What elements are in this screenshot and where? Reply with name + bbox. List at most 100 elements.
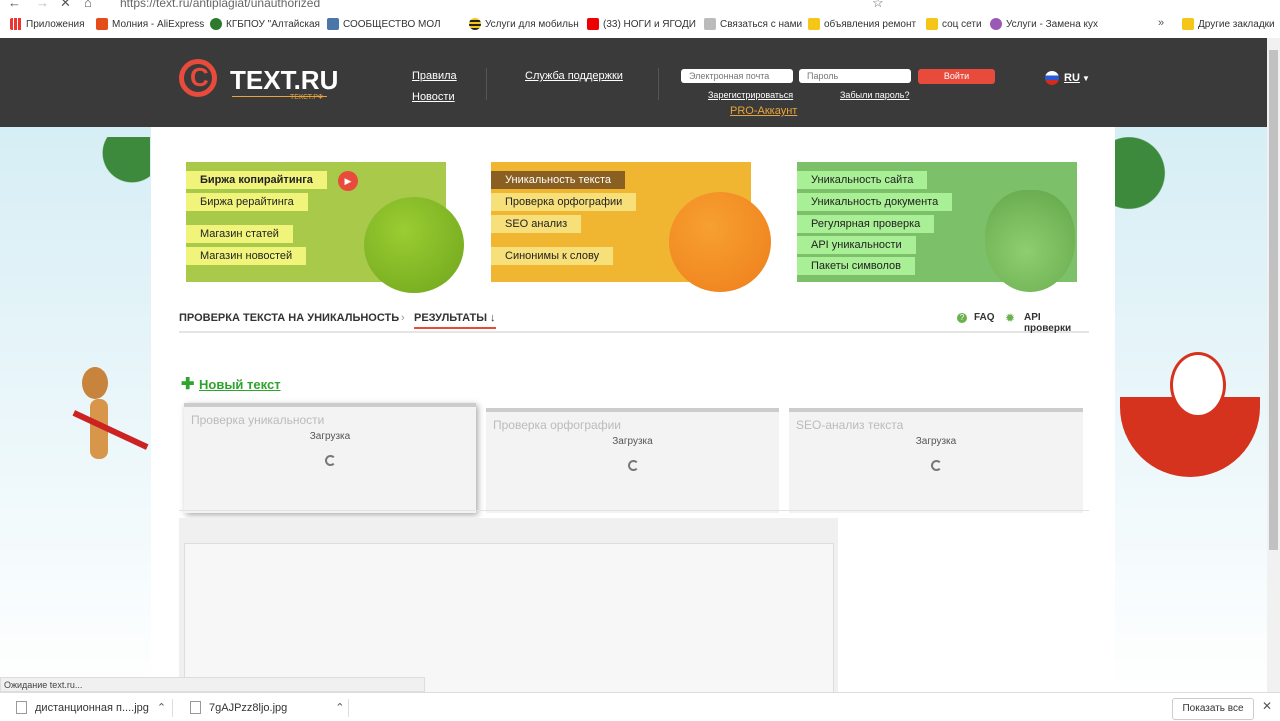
bookmark-item[interactable]: Услуги - Замена кух	[990, 18, 1098, 30]
pro-account-link[interactable]: PRO-Аккаунт	[730, 105, 797, 117]
bookmark-item[interactable]: Молния - AliExpress	[96, 18, 204, 30]
chevron-up-icon[interactable]: ⌃	[335, 701, 344, 714]
chevron-up-icon[interactable]: ⌃	[157, 701, 166, 714]
bookmark-item[interactable]: Услуги для мобильн	[469, 18, 579, 30]
bookmark-item[interactable]: (33) НОГИ и ЯГОДИ	[587, 18, 696, 30]
tag-spell-check[interactable]: Проверка орфографии	[491, 193, 637, 211]
loading-label: Загрузка	[612, 436, 653, 447]
loading-label: Загрузка	[915, 436, 957, 447]
banner-uniqueness: Уникальность текста Проверка орфографии …	[491, 162, 771, 292]
bookmark-item[interactable]: КГБПОУ "Алтайская	[210, 18, 320, 30]
fir-branch-icon	[60, 137, 150, 217]
right-winter-decoration	[1115, 127, 1267, 692]
result-text-area[interactable]	[184, 543, 834, 693]
file-icon	[16, 701, 27, 714]
services-icon	[990, 18, 1002, 30]
more-bookmarks-icon[interactable]: »	[1158, 17, 1164, 29]
tag-document-uniqueness[interactable]: Уникальность документа	[797, 193, 953, 211]
login-button[interactable]: Войти	[918, 69, 995, 84]
gear-icon: ✹	[1005, 311, 1016, 325]
beeline-icon	[469, 18, 481, 30]
loading-label: Загрузка	[309, 431, 351, 442]
bookmark-item[interactable]: СООБЩЕСТВО МОЛ	[327, 18, 441, 30]
nav-support-link[interactable]: Служба поддержки	[525, 70, 623, 82]
banner-site-uniqueness: Уникальность сайта Уникальность документ…	[797, 162, 1077, 292]
bookmark-apps[interactable]: Приложения	[10, 18, 85, 30]
chevron-right-icon: ›	[401, 312, 405, 324]
deer-icon	[78, 347, 118, 467]
url-text[interactable]: https://text.ru/antiplagiat/unauthorized	[120, 0, 320, 10]
youtube-icon	[587, 18, 599, 30]
tag-copywriting-exchange[interactable]: Биржа копирайтинга	[186, 171, 327, 189]
logo-sub: ТЕКСТ.РФ	[290, 94, 324, 101]
tag-api-uniqueness[interactable]: API уникальности	[797, 236, 916, 254]
tab-uniqueness-check[interactable]: ПРОВЕРКА ТЕКСТА НА УНИКАЛЬНОСТЬ	[179, 312, 399, 324]
panel-title: Проверка уникальности	[191, 413, 325, 427]
aliexpress-icon	[96, 18, 108, 30]
tag-seo-analysis[interactable]: SEO анализ	[491, 215, 582, 233]
download-item[interactable]: 7gAJPzz8ljo.jpg ⌃	[190, 701, 345, 714]
api-link[interactable]: API проверки	[1024, 312, 1089, 334]
logo-copyright-icon[interactable]: C	[179, 59, 217, 97]
play-icon[interactable]: ▶	[338, 171, 358, 191]
tag-rewriting-exchange[interactable]: Биржа рерайтинга	[186, 193, 308, 211]
plus-icon[interactable]: ✚	[181, 374, 194, 394]
banner-copywriting: Биржа копирайтинга ▶ Биржа рерайтинга Ма…	[186, 162, 464, 293]
page-scrollbar[interactable]	[1267, 38, 1280, 692]
nav-rules-link[interactable]: Правила	[412, 70, 457, 82]
bookmark-item[interactable]: объявления ремонт	[808, 18, 916, 30]
spelling-result-panel[interactable]: Проверка орфографии Загрузка	[486, 408, 779, 513]
downloads-bar: дистанционная п....jpg ⌃ 7gAJPzz8ljo.jpg…	[0, 692, 1280, 721]
home-icon[interactable]: ⌂	[84, 0, 92, 10]
chevron-down-icon[interactable]: ▼	[1082, 74, 1090, 83]
star-icon[interactable]: ☆	[872, 0, 884, 11]
loading-spinner-icon	[325, 455, 336, 466]
divider	[348, 699, 349, 717]
panel-title: SEO-анализ текста	[796, 418, 904, 432]
fir-branch-icon	[1115, 137, 1185, 257]
pear-icon	[985, 190, 1075, 292]
tag-text-uniqueness[interactable]: Уникальность текста	[491, 171, 626, 189]
back-arrow-icon[interactable]: ←	[8, 0, 21, 10]
tag-regular-check[interactable]: Регулярная проверка	[797, 215, 935, 233]
faq-link[interactable]: FAQ	[974, 312, 995, 323]
stop-icon[interactable]: ✕	[60, 0, 71, 11]
register-link[interactable]: Зарегистрироваться	[708, 90, 793, 100]
forward-arrow-icon[interactable]: →	[36, 0, 49, 10]
seo-result-panel[interactable]: SEO-анализ текста Загрузка	[789, 408, 1083, 513]
bookmark-other[interactable]: Другие закладки	[1182, 18, 1275, 30]
address-bar[interactable]: ← → ✕ ⌂ https://text.ru/antiplagiat/unau…	[0, 0, 1280, 12]
close-icon[interactable]: ✕	[1262, 699, 1272, 713]
folder-icon	[926, 18, 938, 30]
divider	[486, 68, 487, 100]
show-all-downloads-button[interactable]: Показать все	[1172, 698, 1254, 720]
new-text-link[interactable]: Новый текст	[199, 377, 281, 392]
site-icon	[210, 18, 222, 30]
scrollbar-thumb[interactable]	[1269, 50, 1278, 550]
forgot-password-link[interactable]: Забыли пароль?	[840, 90, 909, 100]
bookmark-item[interactable]: соц сети	[926, 18, 982, 30]
vk-icon	[327, 18, 339, 30]
apps-icon	[10, 18, 22, 30]
language-selector[interactable]: RU	[1064, 72, 1080, 84]
uniqueness-result-panel[interactable]: Проверка уникальности Загрузка	[184, 403, 476, 513]
tag-synonyms[interactable]: Синонимы к слову	[491, 247, 614, 265]
tag-news-shop[interactable]: Магазин новостей	[186, 247, 307, 265]
tag-article-shop[interactable]: Магазин статей	[186, 225, 293, 243]
bookmark-item[interactable]: Связаться с нами	[704, 18, 802, 30]
tag-symbol-packages[interactable]: Пакеты символов	[797, 257, 916, 275]
russia-flag-icon[interactable]	[1045, 71, 1059, 85]
download-item[interactable]: дистанционная п....jpg ⌃	[16, 701, 166, 714]
password-input[interactable]	[799, 69, 911, 83]
tag-site-uniqueness[interactable]: Уникальность сайта	[797, 171, 928, 189]
tab-results[interactable]: РЕЗУЛЬТАТЫ ↓	[414, 312, 496, 329]
help-icon: ?	[957, 313, 967, 323]
apple-icon	[364, 197, 464, 293]
nav-news-link[interactable]: Новости	[412, 91, 455, 103]
email-input[interactable]	[681, 69, 793, 83]
divider	[658, 68, 659, 100]
breadcrumb: ПРОВЕРКА ТЕКСТА НА УНИКАЛЬНОСТЬ › РЕЗУЛЬ…	[179, 311, 1089, 334]
file-icon	[190, 701, 201, 714]
logo-text[interactable]: TEXT.RU	[230, 65, 338, 96]
divider	[172, 699, 173, 717]
